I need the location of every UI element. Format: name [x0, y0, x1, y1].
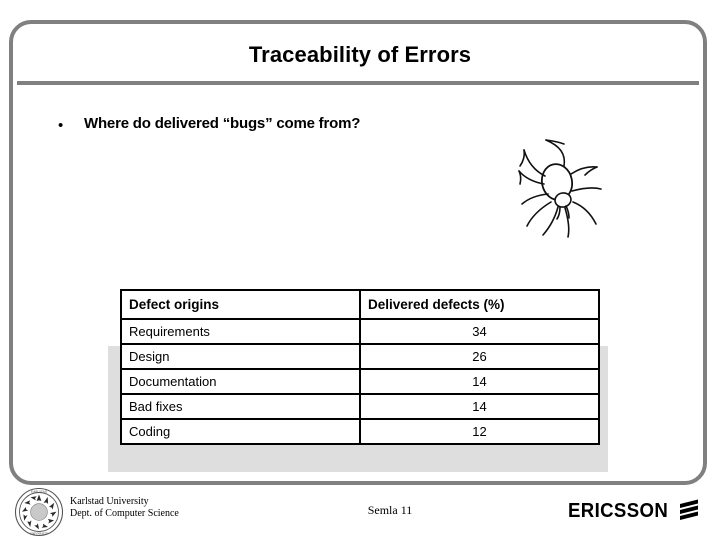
cell-defect-origin: Requirements	[120, 318, 361, 345]
cell-delivered-defects: 14	[359, 368, 600, 395]
footer-organization: Karlstad University Dept. of Computer Sc…	[70, 496, 179, 520]
svg-text:UNIVERSITY: UNIVERSITY	[30, 532, 49, 536]
table-row: Requirements 34	[120, 318, 600, 345]
footer-org-line-1: Karlstad University	[70, 496, 149, 507]
ericsson-logo: ERICSSON	[568, 498, 702, 526]
table-row: Coding 12	[120, 418, 600, 445]
column-header-defect-origins: Defect origins	[120, 289, 361, 320]
defect-origins-table: Defect origins Delivered defects (%) Req…	[120, 289, 600, 445]
svg-text:KARLSTAD: KARLSTAD	[31, 490, 48, 494]
footer-center-label: Semla 11	[367, 503, 413, 517]
table-row: Design 26	[120, 343, 600, 370]
cell-delivered-defects: 14	[359, 393, 600, 420]
cell-defect-origin: Coding	[120, 418, 361, 445]
title-divider	[17, 81, 699, 85]
column-header-delivered-defects: Delivered defects (%)	[359, 289, 600, 320]
bullet-item-label: Where do delivered “bugs” come from?	[84, 115, 361, 132]
page-title: Traceability of Errors	[248, 42, 472, 67]
bullet-marker-icon: •	[58, 117, 64, 134]
cell-delivered-defects: 26	[359, 343, 600, 370]
ericsson-bars-icon	[678, 499, 700, 528]
spider-illustration	[508, 136, 612, 240]
ericsson-wordmark: ERICSSON	[568, 500, 669, 522]
cell-delivered-defects: 12	[359, 418, 600, 445]
karlstad-university-seal-icon: KARLSTAD UNIVERSITY	[14, 487, 64, 537]
bullet-item: • Where do delivered “bugs” come from?	[52, 113, 572, 135]
cell-delivered-defects: 34	[359, 318, 600, 345]
cell-defect-origin: Documentation	[120, 368, 361, 395]
table-row: Bad fixes 14	[120, 393, 600, 420]
table-row: Documentation 14	[120, 368, 600, 395]
cell-defect-origin: Bad fixes	[120, 393, 361, 420]
table-header-row: Defect origins Delivered defects (%)	[120, 289, 600, 320]
footer-org-line-2: Dept. of Computer Science	[70, 508, 179, 519]
cell-defect-origin: Design	[120, 343, 361, 370]
